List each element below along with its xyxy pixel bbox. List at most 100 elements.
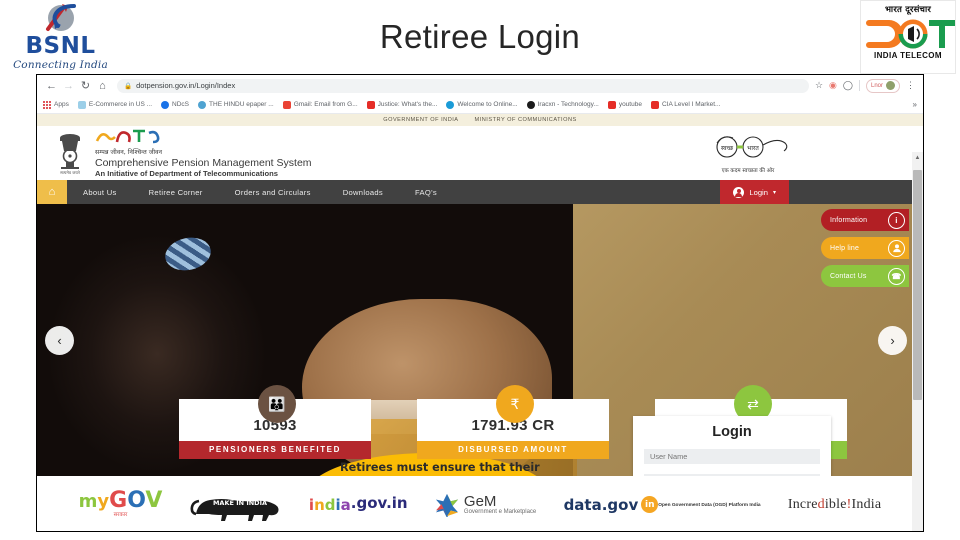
side-action-buttons: Information i Help line Contact Us ☎ — [821, 209, 909, 293]
dot-mark-icon — [861, 17, 955, 51]
datagov-text: data.gov — [563, 495, 639, 514]
bookmark-item[interactable]: THE HINDU epaper ... — [198, 100, 274, 109]
user-account-icon — [733, 186, 745, 198]
nav-item-orders-and-circulars[interactable]: Orders and Circulars — [219, 180, 327, 204]
reload-icon[interactable]: ↻ — [77, 77, 94, 94]
gem-wordmark: GeM — [463, 492, 497, 510]
online-icon — [446, 100, 455, 109]
bsnl-tagline: Connecting India — [13, 59, 108, 71]
site-header: सत्यमेव जयते सम्पन्न जीवन, निश्चिन्त जीव… — [37, 126, 923, 180]
ecommerce-icon — [77, 100, 86, 109]
bookmark-label: NDcS — [172, 101, 190, 108]
bookmark-item[interactable]: Welcome to Online... — [446, 100, 518, 109]
datagov-in-badge: in — [641, 496, 659, 513]
stat-card-disbursed: ₹ 1791.93 CR DISBURSED AMOUNT — [417, 385, 609, 459]
data-gov-in-logo[interactable]: data.gov in Open Government Data (OGD) P… — [564, 496, 761, 514]
page-content: GOVERNMENT OF INDIA MINISTRY OF COMMUNIC… — [37, 114, 923, 531]
gem-subtext: Government e Marketplace — [463, 508, 537, 515]
password-input[interactable] — [644, 474, 820, 476]
back-icon[interactable]: ← — [43, 77, 60, 94]
home-icon[interactable]: ⌂ — [94, 77, 111, 94]
youtube-icon — [650, 100, 659, 109]
avatar — [886, 81, 895, 90]
svg-text:स्वच्छ: स्वच्छ — [721, 145, 734, 152]
nav-login-button[interactable]: Login ▾ — [720, 180, 789, 204]
forward-icon[interactable]: → — [60, 77, 77, 94]
lock-icon: 🔒 — [124, 82, 133, 90]
tracxn-icon — [526, 100, 535, 109]
bookmark-item[interactable]: E-Commerce in US ... — [77, 100, 153, 109]
bookmark-label: E-Commerce in US ... — [88, 101, 153, 108]
dot-english-text: INDIA TELECOM — [873, 51, 942, 60]
bookmark-label: Welcome to Online... — [457, 101, 518, 108]
bookmark-item[interactable]: Gmail: Email from G... — [282, 100, 358, 109]
page-title: Retiree Login — [379, 18, 581, 55]
scrollbar-thumb[interactable] — [913, 170, 922, 400]
government-of-india-label: GOVERNMENT OF INDIA — [383, 117, 459, 123]
bookmarks-overflow-icon[interactable]: » — [913, 100, 917, 109]
cpms-subtitle: An Initiative of Department of Telecommu… — [95, 168, 278, 178]
bookmarks-bar: Apps E-Commerce in US ... NDcS THE HINDU… — [37, 96, 923, 114]
bookmark-item[interactable]: NDcS — [161, 100, 190, 109]
incredible-india-wordmark: Incredible!India — [787, 496, 882, 512]
bookmark-label: youtube — [618, 101, 642, 108]
hero-carousel: ‹ › Retirees must ensure that their late… — [37, 204, 923, 476]
nav-item-downloads[interactable]: Downloads — [327, 180, 399, 204]
help-line-button[interactable]: Help line — [821, 237, 909, 259]
cpms-title: Comprehensive Pension Management System — [95, 156, 312, 169]
ashoka-emblem-icon: सत्यमेव जयते — [53, 131, 87, 175]
login-panel: Login L5OwUb ↻ Login Forgot Password? — [633, 416, 831, 476]
stat-card-pensioners: 👪 10593 PENSIONERS BENEFITED — [179, 385, 371, 459]
bookmark-item[interactable]: Justice: What's the... — [366, 100, 437, 109]
extension-eye-icon[interactable]: ◉ — [829, 80, 837, 91]
nav-item-about-us[interactable]: About Us — [67, 180, 133, 204]
browser-menu-icon[interactable]: ⋮ — [906, 80, 915, 91]
hindu-icon — [198, 100, 207, 109]
mygov-logo[interactable]: myGOV सरकार — [78, 487, 163, 518]
gmail-icon — [282, 100, 291, 109]
stat-label: DISBURSED AMOUNT — [417, 441, 609, 459]
stat-label: PENSIONERS BENEFITED — [179, 441, 371, 459]
sampann-logo — [95, 129, 312, 146]
bookmark-item[interactable]: youtube — [607, 100, 642, 109]
address-bar[interactable]: 🔒 dotpension.gov.in/Login/Index — [117, 78, 809, 93]
nav-login-label: Login — [749, 187, 768, 197]
bookmark-item[interactable]: Apps — [43, 100, 69, 109]
slide-root: BSNL Connecting India Retiree Login भारत… — [0, 0, 960, 540]
bookmark-label: CIA Level I Market... — [661, 101, 721, 108]
bookmark-star-icon[interactable]: ☆ — [815, 80, 823, 91]
swachh-bharat-logo: स्वच्छ भारत एक कदम स्वच्छता की ओर — [693, 133, 803, 174]
hindi-tagline: सम्पन्न जीवन, निश्चिन्त जीवन — [95, 148, 162, 156]
government-strip: GOVERNMENT OF INDIA MINISTRY OF COMMUNIC… — [37, 114, 923, 126]
profile-button[interactable]: Lnor — [865, 78, 900, 93]
contact-us-button[interactable]: Contact Us ☎ — [821, 265, 909, 287]
cast-icon[interactable]: ◯ — [843, 80, 853, 91]
contact-us-label: Contact Us — [830, 272, 867, 280]
chevron-down-icon: ▾ — [772, 189, 776, 196]
india-wordmark: india — [308, 495, 351, 514]
make-in-india-logo[interactable]: MAKE IN INDIA — [190, 488, 282, 522]
bookmark-label: Gmail: Email from G... — [293, 101, 358, 108]
carousel-next-button[interactable]: › — [878, 326, 907, 355]
username-input[interactable] — [644, 449, 820, 464]
information-button[interactable]: Information i — [821, 209, 909, 231]
headset-person-icon — [888, 239, 905, 257]
india-gov-in-logo[interactable]: india .gov.in — [308, 495, 408, 514]
family-photo-icon: 👪 — [258, 385, 296, 423]
carousel-prev-button[interactable]: ‹ — [45, 326, 74, 355]
profile-label: Lnor — [870, 82, 883, 89]
gem-logo[interactable]: GeM Government e Marketplace — [435, 493, 536, 517]
bookmark-label: THE HINDU epaper ... — [209, 101, 274, 108]
bookmark-item[interactable]: CIA Level I Market... — [650, 100, 721, 109]
nav-item-retiree-corner[interactable]: Retiree Corner — [133, 180, 219, 204]
nav-item-faqs[interactable]: FAQ's — [399, 180, 453, 204]
scroll-up-arrow[interactable]: ▲ — [912, 152, 923, 163]
phone-icon: ☎ — [888, 267, 905, 285]
incredible-india-logo[interactable]: Incredible!India — [788, 497, 881, 513]
vertical-scrollbar[interactable]: ▲ ▼ — [912, 152, 923, 531]
nav-home-icon[interactable]: ⌂ — [37, 180, 67, 204]
bookmark-item[interactable]: Iracxn - Technology... — [526, 100, 599, 109]
mygov-wordmark: myGOV — [78, 487, 163, 513]
information-label: Information — [830, 216, 868, 224]
swachh-caption: एक कदम स्वच्छता की ओर — [721, 168, 775, 174]
